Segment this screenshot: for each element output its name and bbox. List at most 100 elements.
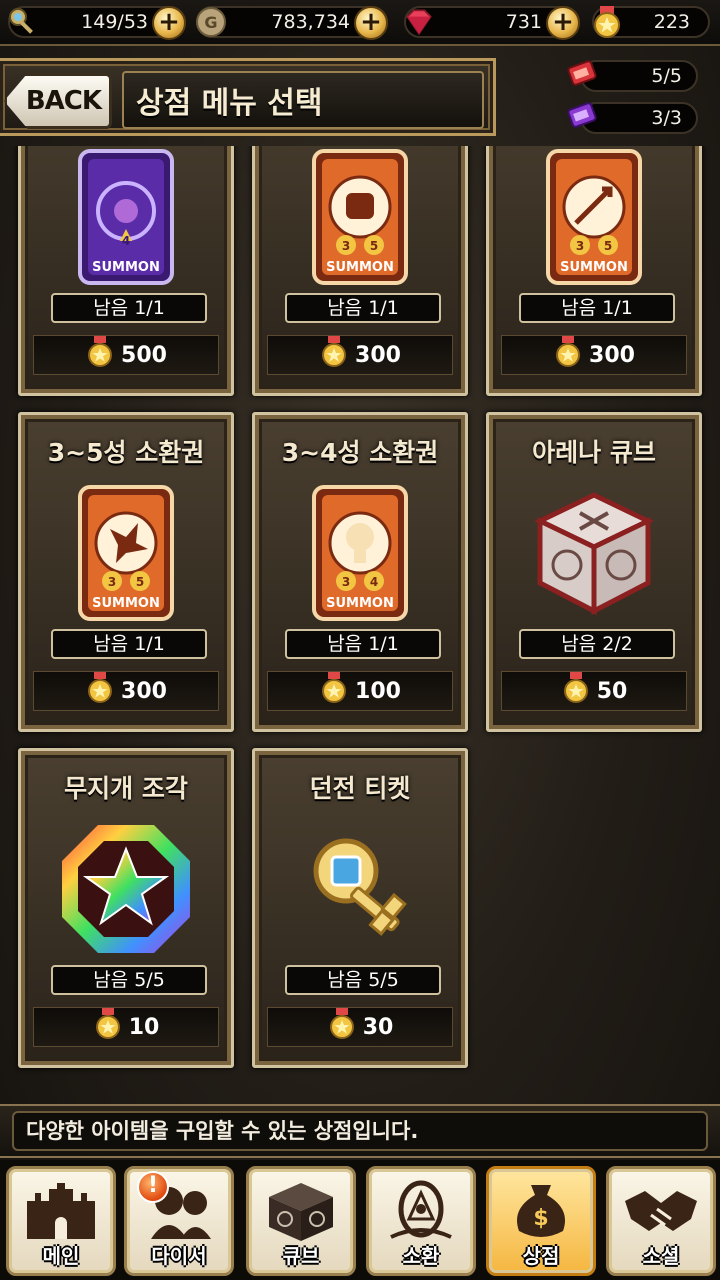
star-medal-icon bbox=[561, 672, 591, 710]
add-gem-button[interactable]: + bbox=[546, 6, 580, 40]
star-medal-icon bbox=[85, 672, 115, 710]
item-title: 아레나 큐브 bbox=[532, 438, 656, 467]
svg-text:3: 3 bbox=[342, 239, 350, 253]
nav-summon-label: 소환 bbox=[402, 1244, 440, 1268]
item-title: 3~4성 소환권 bbox=[281, 438, 439, 467]
shop-item[interactable]: 던전 티켓 남음 5/5 30 bbox=[252, 748, 468, 1068]
svg-text:SUMMON: SUMMON bbox=[560, 260, 628, 275]
nav-social[interactable]: 소셜 bbox=[606, 1166, 716, 1276]
gold-coin-icon: G bbox=[194, 5, 228, 39]
handshake-icon bbox=[621, 1179, 701, 1247]
item-price[interactable]: 30 bbox=[267, 1007, 453, 1047]
item-price[interactable]: 10 bbox=[33, 1007, 219, 1047]
svg-text:SUMMON: SUMMON bbox=[326, 260, 394, 275]
nav-summon[interactable]: 소환 bbox=[366, 1166, 476, 1276]
shop-item[interactable]: 무지개 조각 남음 5/5 10 bbox=[18, 748, 234, 1068]
price-value: 100 bbox=[355, 678, 401, 704]
item-title: 무지개 조각 bbox=[64, 774, 188, 803]
item-price[interactable]: 300 bbox=[501, 335, 687, 375]
resource-bar: 149/53 + G 783,734 + 731 + 223 bbox=[0, 0, 720, 46]
gold-value: 783,734 bbox=[271, 11, 350, 33]
star-medal-icon bbox=[327, 1008, 357, 1046]
nav-cube[interactable]: 큐브 bbox=[246, 1166, 356, 1276]
nav-shop-label: 상점 bbox=[522, 1244, 560, 1268]
item-remaining: 남음 1/1 bbox=[285, 293, 441, 323]
key-resource: 149/53 + bbox=[6, 5, 186, 40]
svg-text:3: 3 bbox=[108, 575, 116, 589]
item-remaining: 남음 1/1 bbox=[519, 293, 675, 323]
price-value: 500 bbox=[121, 342, 167, 368]
item-price[interactable]: 300 bbox=[33, 671, 219, 711]
item-price[interactable]: 50 bbox=[501, 671, 687, 711]
shop-item[interactable]: 3~4성 소환권 3 4 SUMMON 남음 1/1 100 bbox=[252, 412, 468, 732]
bottom-nav: 메인 ! 다이서 큐브 소환 $ 상점 소셜 bbox=[0, 1160, 720, 1280]
shop-item[interactable]: 3 5 SUMMON 남음 1/1 300 bbox=[252, 146, 468, 396]
shop-item[interactable]: 3~5성 소환권 3 5 SUMMON 남음 1/1 300 bbox=[18, 412, 234, 732]
price-value: 300 bbox=[121, 678, 167, 704]
summon-card-blast-icon: 3 5 SUMMON bbox=[76, 483, 176, 627]
gem-value: 731 bbox=[505, 11, 542, 33]
summon-icon bbox=[381, 1179, 461, 1247]
svg-text:5: 5 bbox=[370, 239, 378, 253]
item-title: 던전 티켓 bbox=[309, 774, 411, 803]
nav-main-label: 메인 bbox=[42, 1244, 80, 1268]
item-price[interactable]: 300 bbox=[267, 335, 453, 375]
page-header: BACK 상점 메뉴 선택 bbox=[0, 58, 496, 136]
medal-resource: 223 bbox=[592, 6, 710, 38]
shop-grid: 4 SUMMON 남음 1/1 500 3 5 SUMMON 남음 1/1 30… bbox=[0, 146, 720, 1090]
red-ticket-value: 5/5 bbox=[651, 65, 682, 87]
purple-ticket-icon bbox=[564, 100, 600, 136]
shop-item[interactable]: 4 SUMMON 남음 1/1 500 bbox=[18, 146, 234, 396]
svg-text:SUMMON: SUMMON bbox=[326, 596, 394, 611]
red-ticket-counter: 5/5 bbox=[567, 60, 698, 92]
back-button[interactable]: BACK bbox=[4, 73, 112, 129]
item-remaining: 남음 2/2 bbox=[519, 629, 675, 659]
medal-value: 223 bbox=[653, 11, 690, 33]
rainbow-star-fragment-icon bbox=[56, 819, 196, 963]
add-gold-button[interactable]: + bbox=[354, 6, 388, 40]
shop-item[interactable]: 아레나 큐브 남음 2/2 50 bbox=[486, 412, 702, 732]
page-title: 상점 메뉴 선택 bbox=[122, 71, 484, 129]
star-medal-icon bbox=[85, 336, 115, 374]
svg-text:SUMMON: SUMMON bbox=[92, 596, 160, 611]
item-remaining: 남음 1/1 bbox=[51, 629, 207, 659]
item-remaining: 남음 1/1 bbox=[51, 293, 207, 323]
summon-card-silhouette-icon: 3 4 SUMMON bbox=[310, 483, 410, 627]
shop-item[interactable]: 3 5 SUMMON 남음 1/1 300 bbox=[486, 146, 702, 396]
nav-heroes[interactable]: ! 다이서 bbox=[124, 1166, 234, 1276]
nav-shop[interactable]: $ 상점 bbox=[486, 1166, 596, 1276]
star-medal-icon bbox=[319, 336, 349, 374]
purple-summon-card-icon: 4 SUMMON bbox=[76, 147, 176, 291]
item-remaining: 남음 1/1 bbox=[285, 629, 441, 659]
price-value: 10 bbox=[128, 1014, 160, 1040]
svg-text:$: $ bbox=[533, 1206, 548, 1231]
svg-text:4: 4 bbox=[370, 575, 378, 589]
key-value: 149/53 bbox=[81, 11, 148, 33]
gem-icon bbox=[402, 5, 436, 39]
arena-cube-icon bbox=[524, 483, 664, 627]
svg-text:3: 3 bbox=[342, 575, 350, 589]
cube-icon bbox=[261, 1179, 341, 1247]
purple-ticket-value: 3/3 bbox=[651, 107, 682, 129]
money-bag-icon: $ bbox=[501, 1179, 581, 1247]
nav-heroes-label: 다이서 bbox=[151, 1244, 207, 1268]
price-value: 300 bbox=[589, 342, 635, 368]
svg-text:5: 5 bbox=[136, 575, 144, 589]
item-price[interactable]: 100 bbox=[267, 671, 453, 711]
star-medal-icon bbox=[93, 1008, 123, 1046]
price-value: 300 bbox=[355, 342, 401, 368]
star-medal-icon bbox=[590, 5, 624, 39]
red-ticket-icon bbox=[564, 58, 600, 94]
nav-social-label: 소셜 bbox=[642, 1244, 680, 1268]
page-title-text: 상점 메뉴 선택 bbox=[136, 86, 323, 121]
nav-main[interactable]: 메인 bbox=[6, 1166, 116, 1276]
star-medal-icon bbox=[319, 672, 349, 710]
summon-card-fist-icon: 3 5 SUMMON bbox=[310, 147, 410, 291]
alert-badge: ! bbox=[137, 1171, 169, 1203]
key-icon bbox=[6, 5, 40, 39]
add-key-button[interactable]: + bbox=[152, 6, 186, 40]
svg-text:5: 5 bbox=[604, 239, 612, 253]
item-price[interactable]: 500 bbox=[33, 335, 219, 375]
svg-text:SUMMON: SUMMON bbox=[92, 260, 160, 275]
purple-ticket-counter: 3/3 bbox=[567, 102, 698, 134]
